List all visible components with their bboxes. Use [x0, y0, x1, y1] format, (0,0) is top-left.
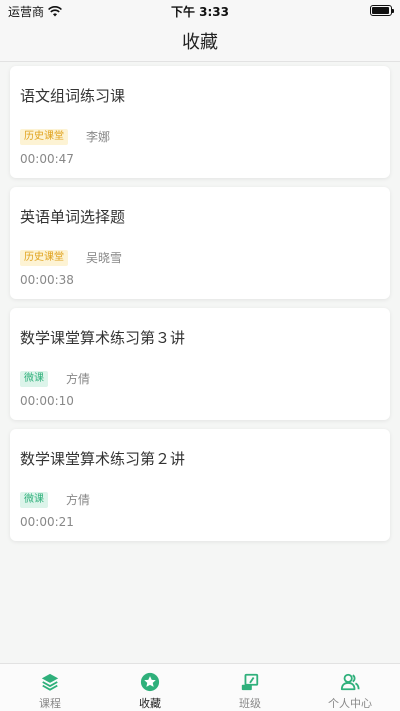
course-title: 英语单词选择题: [20, 208, 126, 226]
tab-label: 个人中心: [328, 697, 372, 710]
course-meta: 微课 方倩: [20, 491, 90, 508]
course-meta: 微课 方倩: [20, 370, 90, 387]
tab-profile[interactable]: 个人中心: [300, 664, 400, 711]
teacher-name: 方倩: [66, 493, 91, 507]
course-tag: 历史课堂: [20, 249, 68, 266]
course-meta: 历史课堂 吴晓雪: [20, 249, 122, 266]
teacher-name: 方倩: [66, 372, 91, 386]
favorite-card[interactable]: 英语单词选择题 历史课堂 吴晓雪 00:00:38: [10, 187, 390, 299]
course-duration: 00:00:47: [20, 152, 74, 166]
tab-label: 班级: [239, 697, 261, 710]
star-icon: [140, 672, 160, 692]
battery-icon: [370, 5, 394, 16]
course-tag: 历史课堂: [20, 128, 68, 145]
navigation-bar: 收藏: [0, 20, 400, 62]
teacher-name: 李娜: [86, 130, 111, 144]
course-tag: 微课: [20, 491, 48, 508]
user-group-icon: [340, 673, 360, 691]
tab-label: 收藏: [139, 697, 161, 710]
layers-icon: [41, 673, 59, 691]
favorite-card[interactable]: 语文组词练习课 历史课堂 李娜 00:00:47: [10, 66, 390, 178]
page-title: 收藏: [182, 31, 218, 53]
favorite-card[interactable]: 数学课堂算术练习第３讲 微课 方倩 00:00:10: [10, 308, 390, 420]
tab-courses[interactable]: 课程: [0, 664, 100, 711]
tab-label: 课程: [39, 697, 61, 710]
tab-favorites[interactable]: 收藏: [100, 664, 200, 711]
tab-class[interactable]: 班级: [200, 664, 300, 711]
clock: 下午 3:33: [170, 5, 230, 19]
course-meta: 历史课堂 李娜: [20, 128, 110, 145]
teacher-name: 吴晓雪: [86, 251, 123, 265]
course-title: 语文组词练习课: [20, 87, 126, 105]
course-title: 数学课堂算术练习第２讲: [20, 450, 186, 468]
course-duration: 00:00:38: [20, 273, 74, 287]
classroom-icon: [241, 673, 259, 691]
course-tag: 微课: [20, 370, 48, 387]
course-duration: 00:00:10: [20, 394, 74, 408]
favorite-card[interactable]: 数学课堂算术练习第２讲 微课 方倩 00:00:21: [10, 429, 390, 541]
course-duration: 00:00:21: [20, 515, 74, 529]
favorites-list: 语文组词练习课 历史课堂 李娜 00:00:47 英语单词选择题 历史课堂 吴晓…: [10, 66, 390, 550]
tab-bar: 课程 收藏 班级 个人中心: [0, 663, 400, 711]
status-bar: 运营商 下午 3:33: [0, 0, 400, 20]
course-title: 数学课堂算术练习第３讲: [20, 329, 186, 347]
